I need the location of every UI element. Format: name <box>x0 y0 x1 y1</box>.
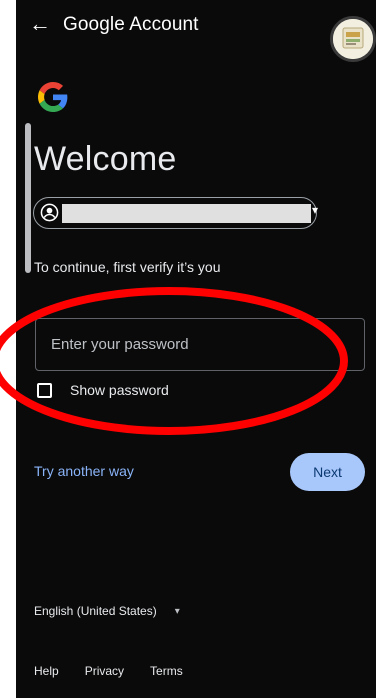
page-title: Google Account <box>63 14 199 36</box>
google-logo-icon <box>38 82 68 112</box>
verify-instruction: To continue, first verify it’s you <box>34 259 221 275</box>
top-bar: ← Google Account <box>16 0 376 54</box>
language-selector[interactable]: English (United States) ▾ <box>34 604 180 618</box>
app-window: ← Google Account Welcome ▾ To continue, … <box>16 0 376 698</box>
show-password-label: Show password <box>70 382 169 398</box>
password-input[interactable] <box>35 318 365 371</box>
title-rest: Account <box>124 14 199 35</box>
help-link[interactable]: Help <box>34 664 59 678</box>
language-label: English (United States) <box>34 604 157 618</box>
try-another-way-link[interactable]: Try another way <box>34 463 134 479</box>
avatar-image <box>333 19 373 59</box>
next-button[interactable]: Next <box>290 453 365 491</box>
chevron-down-icon: ▾ <box>312 203 319 217</box>
terms-link[interactable]: Terms <box>150 664 183 678</box>
title-brand: Google <box>63 14 125 35</box>
arrow-left-icon[interactable]: ← <box>26 10 54 38</box>
show-password-checkbox[interactable] <box>37 382 52 398</box>
show-password-toggle[interactable]: Show password <box>37 378 169 402</box>
welcome-heading: Welcome <box>34 140 177 178</box>
privacy-link[interactable]: Privacy <box>85 664 124 678</box>
screen: ← Google Account Welcome ▾ To continue, … <box>0 0 376 698</box>
account-circle-icon <box>40 203 59 222</box>
email-redaction <box>62 204 311 223</box>
chevron-down-icon: ▾ <box>174 605 180 617</box>
avatar[interactable] <box>330 16 376 62</box>
account-chip[interactable]: ▾ <box>33 197 319 229</box>
scroll-indicator[interactable] <box>25 123 31 273</box>
footer-links: Help Privacy Terms <box>34 664 209 678</box>
